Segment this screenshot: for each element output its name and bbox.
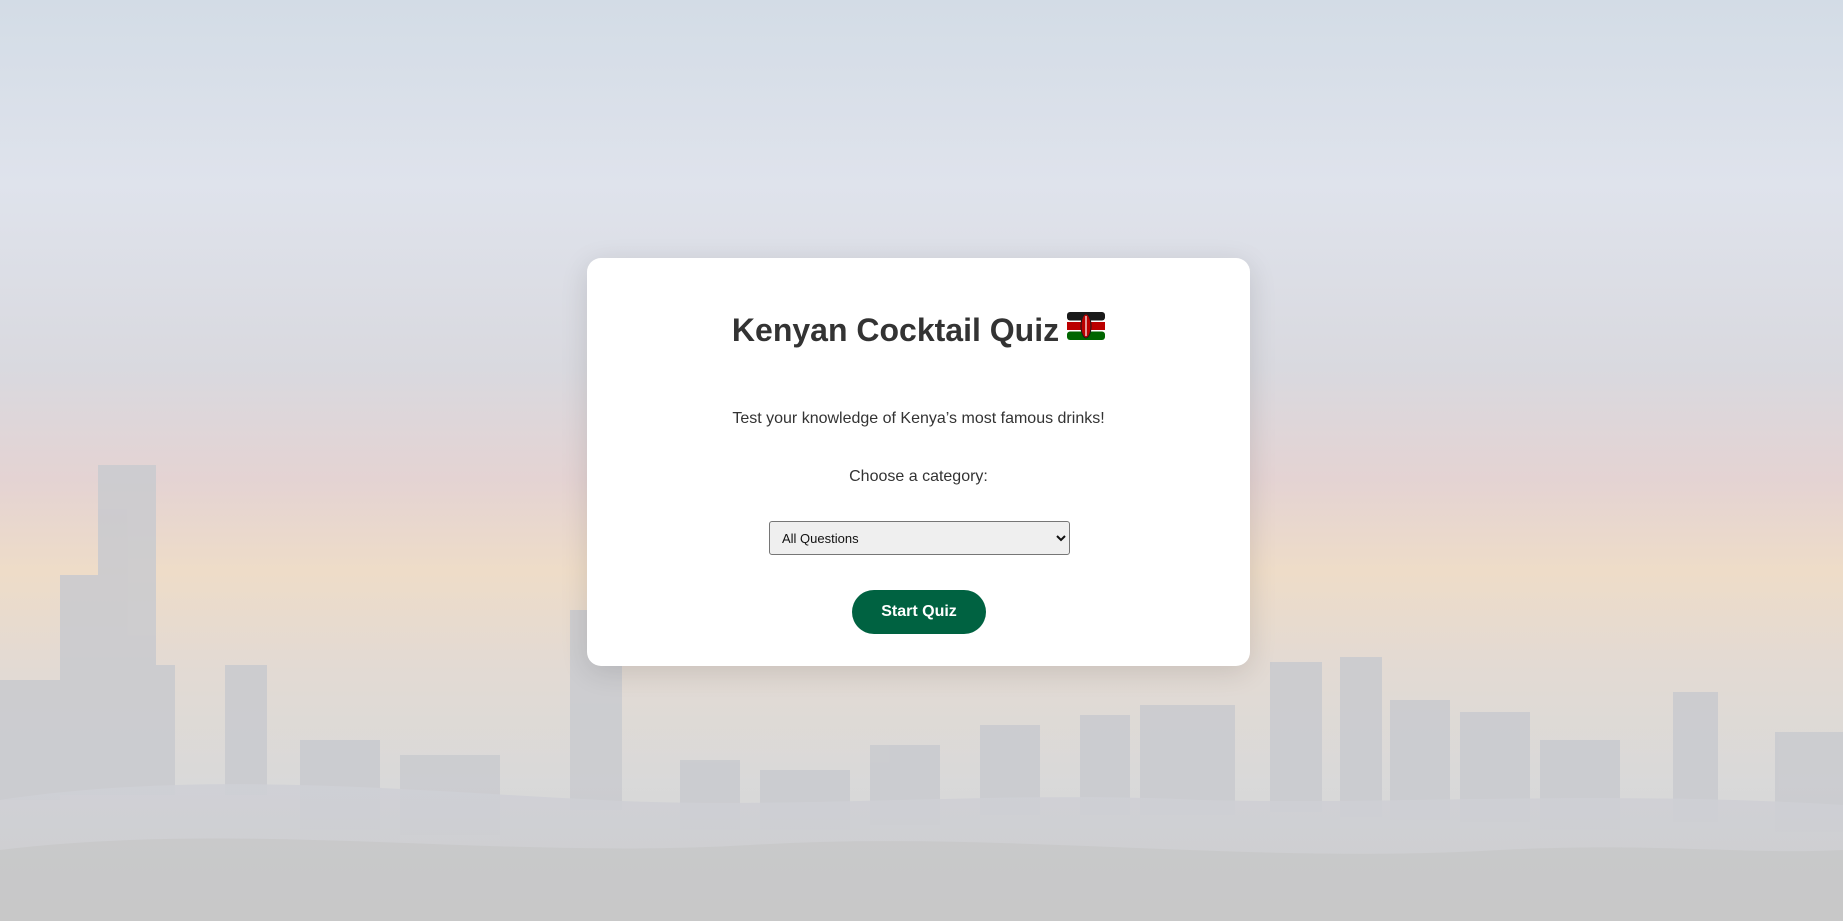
- quiz-title: Kenyan Cocktail Quiz: [587, 312, 1250, 351]
- category-label: Choose a category:: [849, 468, 988, 485]
- quiz-title-text: Kenyan Cocktail Quiz: [731, 312, 1060, 348]
- start-quiz-button[interactable]: Start Quiz: [852, 590, 986, 634]
- quiz-subtitle: Test your knowledge of Kenya’s most famo…: [732, 410, 1105, 427]
- category-select-wrapper: All Questions: [769, 521, 1070, 555]
- quiz-card: Kenyan Cocktail Quiz Test your knowledge…: [587, 258, 1250, 666]
- kenya-flag-icon: [1067, 311, 1106, 348]
- category-select[interactable]: All Questions: [769, 521, 1070, 555]
